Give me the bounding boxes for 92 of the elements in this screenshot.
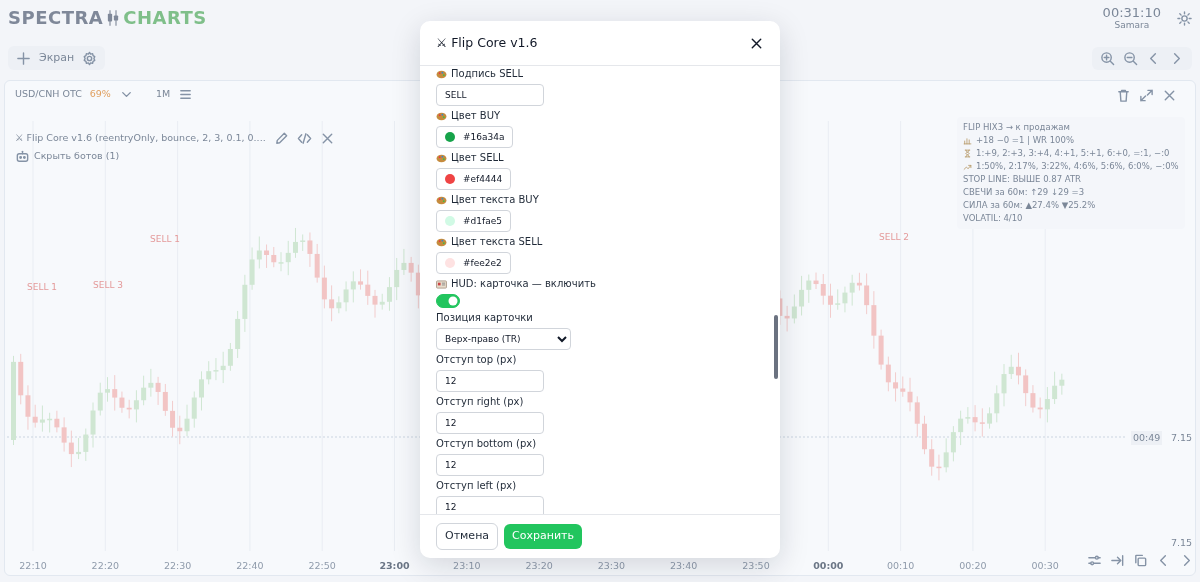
field-label: Отступ bottom (px) <box>436 438 537 450</box>
field-label: HUD: карточка — включить <box>451 278 596 290</box>
menu-icon[interactable] <box>178 87 194 102</box>
time-axis-label: 23:00 <box>379 560 410 571</box>
hide-bots-link[interactable]: Скрыть ботов (1) <box>34 149 120 164</box>
hud-line: STOP LINE: ВЫШЕ 0.87 ATR <box>963 173 1082 186</box>
symbol-label[interactable]: USD/CNH OTC <box>15 87 82 102</box>
time-axis-label: 22:30 <box>163 560 192 571</box>
field-label: Цвет SELL <box>451 152 504 164</box>
plus-icon <box>16 50 31 66</box>
robot-icon <box>15 149 30 164</box>
price-label: 7.15 <box>1171 536 1193 550</box>
signal-label: SELL 3 <box>93 279 123 292</box>
field-label: Отступ top (px) <box>436 354 517 366</box>
signal-label: SELL 1 <box>150 233 180 246</box>
candles-logo-icon <box>107 10 120 26</box>
card-icon <box>436 279 447 289</box>
color-picker-button[interactable]: #16a34a <box>436 126 514 148</box>
zoom-in-icon[interactable] <box>1100 50 1115 66</box>
bar-chart-icon <box>963 136 972 145</box>
field-label: Позиция карточки <box>436 312 533 324</box>
payout-percent: 69% <box>89 87 111 102</box>
hud-line: 1:50%, 2:17%, 3:22%, 4:6%, 5:6%, 6:0%, −:0% <box>976 160 1179 173</box>
time-axis-label: 23:50 <box>742 560 770 571</box>
countdown-label: 00:49 <box>1131 431 1163 446</box>
copy-icon[interactable] <box>1133 553 1148 568</box>
hud-line: FLIP HIX3 → к продажам <box>963 121 1070 134</box>
timeframe-label[interactable]: 1M <box>155 87 171 102</box>
time-axis-label: 23:20 <box>525 560 553 571</box>
field-label: Цвет BUY <box>451 110 501 122</box>
scrollbar-thumb[interactable] <box>774 315 778 379</box>
time-axis-label: 00:10 <box>886 560 915 571</box>
signal-label: SELL 1 <box>27 281 57 294</box>
palette-icon <box>436 111 447 121</box>
time-axis-label: 23:30 <box>597 560 626 571</box>
time-axis-label: 23:10 <box>453 560 481 571</box>
cancel-button[interactable]: Отмена <box>436 523 499 550</box>
timezone-label: Samara <box>1113 20 1151 31</box>
time-axis-label: 22:10 <box>19 560 47 571</box>
candle <box>105 376 110 403</box>
pencil-icon[interactable] <box>273 131 289 146</box>
theme-toggle-icon[interactable] <box>1177 10 1192 26</box>
candle <box>922 415 927 455</box>
sliders-icon[interactable] <box>1087 553 1102 568</box>
hourglass-icon <box>963 149 972 158</box>
input-field[interactable]: 12 <box>436 496 544 514</box>
palette-icon <box>436 195 447 205</box>
input-field[interactable]: 12 <box>436 370 544 392</box>
settings-icon[interactable] <box>82 50 98 66</box>
color-picker-button[interactable]: #ef4444 <box>436 168 512 190</box>
dropdown-select[interactable]: Верх-право (TR) <box>436 328 571 350</box>
field-label: Подпись SELL <box>451 68 523 80</box>
palette-icon <box>436 153 447 163</box>
time-axis-label: 22:50 <box>308 560 336 571</box>
field-label: Отступ right (px) <box>436 396 524 408</box>
toggle-switch[interactable] <box>436 294 460 308</box>
input-field[interactable]: 12 <box>436 412 544 434</box>
logo-text: CHARTS <box>123 8 207 28</box>
hud-line: VOLATIL: 4/10 <box>963 212 1023 225</box>
hud-line: 1:+9, 2:+3, 3:+4, 4:+1, 5:+1, 6:+0, =:1, −:0 <box>976 147 1170 160</box>
expand-icon[interactable] <box>1139 88 1154 103</box>
time-axis-label: 00:00 <box>813 560 844 571</box>
time-axis-label: 22:40 <box>236 560 264 571</box>
hud-line: +18 −0 =1 | WR 100% <box>976 134 1074 147</box>
field-label: Цвет текста SELL <box>451 236 543 248</box>
field-label: Отступ left (px) <box>436 480 517 492</box>
time-axis-label: 00:20 <box>959 560 987 571</box>
scroll-to-end-icon[interactable] <box>1110 553 1125 568</box>
price-label: 7.15 <box>1171 431 1193 445</box>
color-picker-button[interactable]: #fee2e2 <box>436 252 511 274</box>
hud-line: СВЕЧИ за 60м: ↑29 ↓29 =3 <box>963 186 1085 199</box>
bot-description: ⚔ Flip Core v1.6 (reentryOnly, bounce, 2, 3, 0.1, 0.... <box>15 131 266 146</box>
clock-time: 00:31:10 <box>1102 5 1161 20</box>
palette-icon <box>436 237 447 247</box>
trash-icon[interactable] <box>1116 88 1131 103</box>
field-label: Цвет текста BUY <box>451 194 539 206</box>
candle <box>199 370 204 411</box>
candle <box>828 283 833 319</box>
input-field[interactable]: 12 <box>436 454 544 476</box>
dialog-title: ⚔ Flip Core v1.6 <box>436 33 538 52</box>
input-field[interactable]: SELL <box>436 84 544 106</box>
code-icon[interactable] <box>296 131 312 146</box>
signal-label: SELL 2 <box>879 231 909 244</box>
time-axis-label: 00:30 <box>1031 560 1059 571</box>
logo-text: SPECTRA <box>8 8 104 28</box>
palette-icon <box>436 69 447 79</box>
time-axis-label: 23:40 <box>670 560 698 571</box>
time-axis-label: 22:20 <box>91 560 119 571</box>
trend-up-icon <box>963 162 972 171</box>
hud-line: СИЛА за 60м: ▲27.4% ▼25.2% <box>963 199 1096 212</box>
color-picker-button[interactable]: #d1fae5 <box>436 210 511 232</box>
zoom-out-icon[interactable] <box>1123 50 1138 66</box>
